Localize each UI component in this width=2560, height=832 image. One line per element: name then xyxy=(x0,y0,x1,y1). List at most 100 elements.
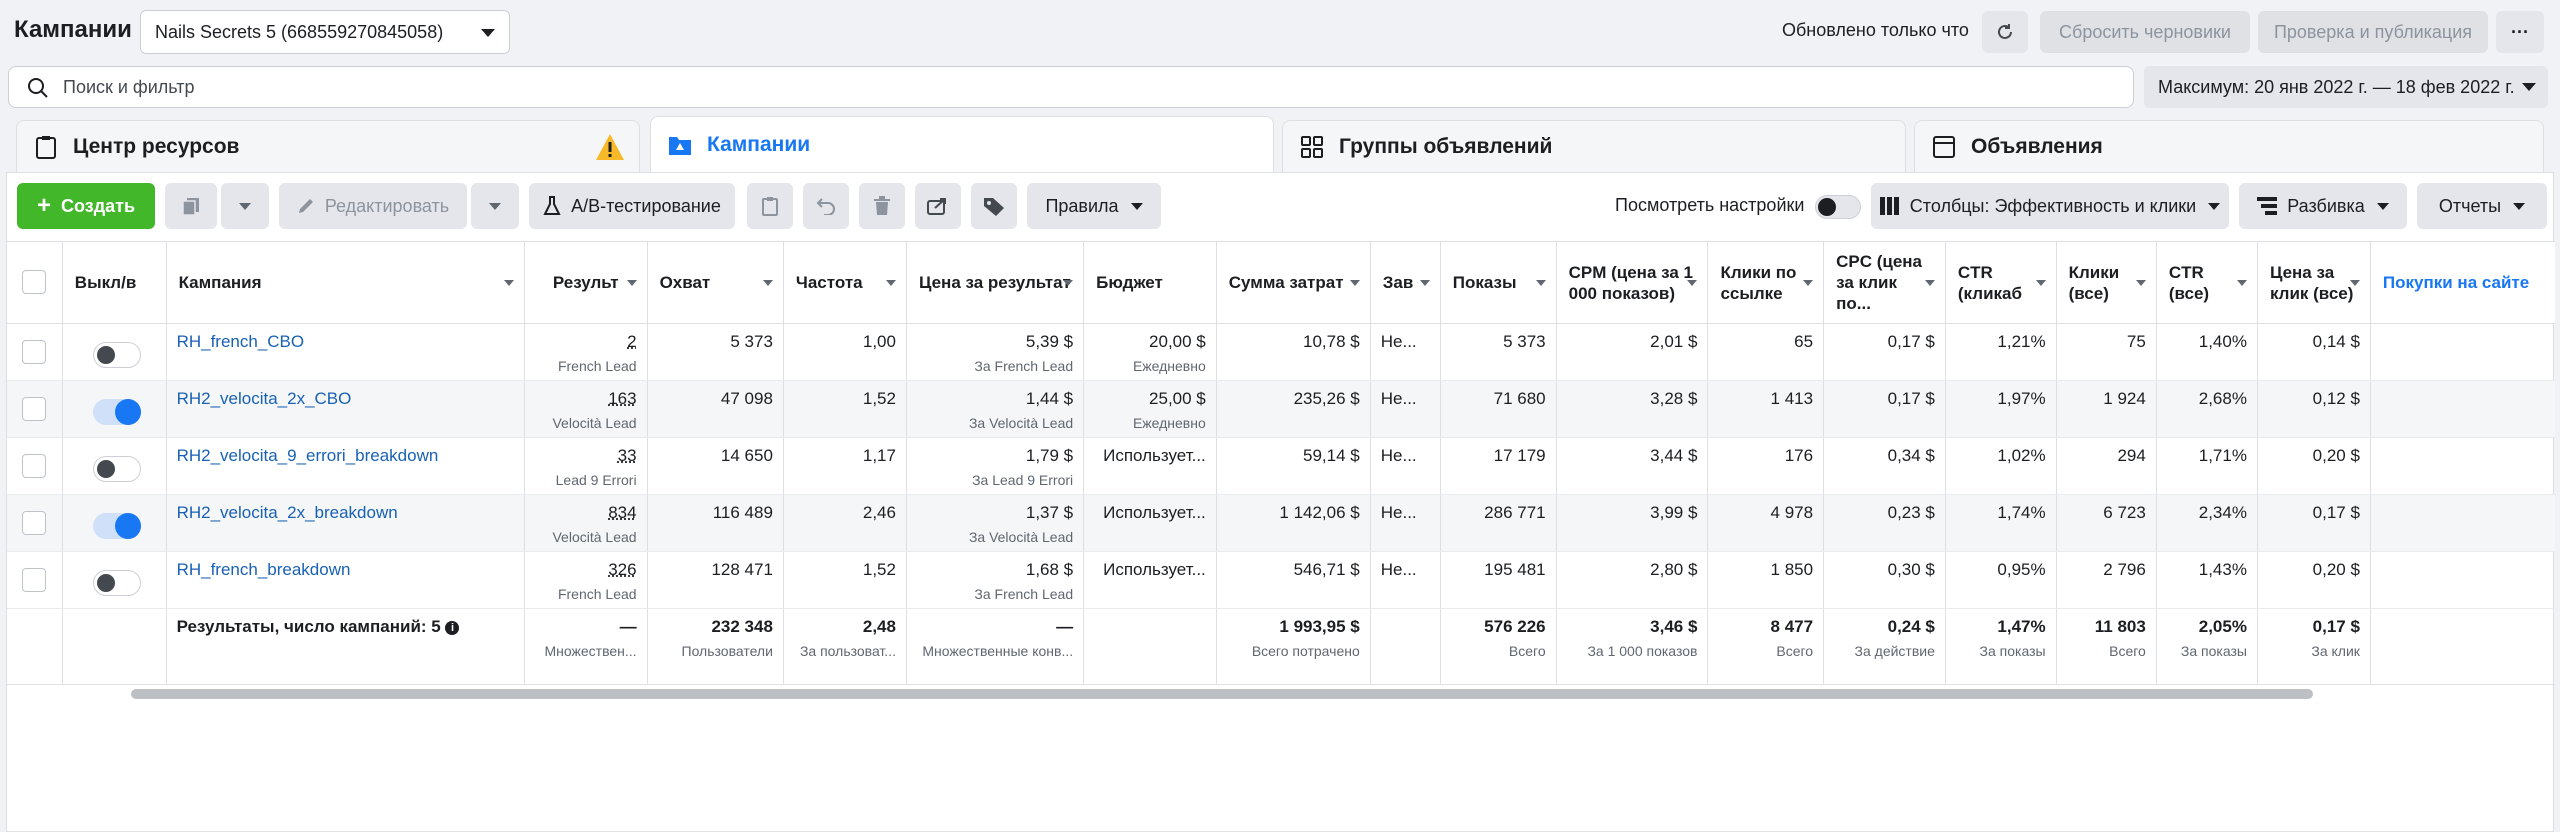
results-value[interactable]: 33 xyxy=(535,446,637,466)
info-icon[interactable]: i xyxy=(445,621,460,635)
date-range-picker[interactable]: Максимум: 20 янв 2022 г. — 18 фев 2022 г… xyxy=(2144,66,2548,108)
table-row[interactable]: RH_french_CBO 2 French Lead 5 373 1,00 5,… xyxy=(7,323,2555,381)
tab-resource-center[interactable]: Центр ресурсов xyxy=(16,120,640,172)
budget-value[interactable]: Использует... xyxy=(1094,503,1206,523)
edit-button[interactable]: Редактировать xyxy=(279,183,467,229)
tag-button[interactable] xyxy=(971,183,1017,229)
chevron-down-icon xyxy=(239,202,251,210)
rules-button[interactable]: Правила xyxy=(1027,183,1161,229)
website-purchases-cell xyxy=(2370,494,2555,552)
col-header-cpc-all[interactable]: Цена за клик (все) xyxy=(2257,241,2371,324)
results-cell: 834 Velocità Lead xyxy=(524,494,648,552)
campaign-name-link[interactable]: RH2_velocita_9_errori_breakdown xyxy=(177,446,514,466)
col-header-results[interactable]: Результ xyxy=(524,241,648,324)
delete-button[interactable] xyxy=(859,183,905,229)
results-value[interactable]: 163 xyxy=(535,389,636,409)
col-header-ends[interactable]: Зав xyxy=(1370,241,1441,324)
col-header-link-clicks[interactable]: Клики по ссылке xyxy=(1707,241,1825,324)
undo-button[interactable] xyxy=(803,183,849,229)
cpm-cell: 2,80 $ xyxy=(1556,551,1709,609)
col-header-budget[interactable]: Бюджет xyxy=(1083,241,1217,324)
totals-row: Результаты, число кампаний: 5 i — Множест… xyxy=(7,608,2555,685)
results-value[interactable]: 2 xyxy=(535,332,636,352)
export-button[interactable] xyxy=(915,183,961,229)
campaign-toggle[interactable] xyxy=(92,456,141,482)
tab-campaigns[interactable]: Кампании xyxy=(650,116,1274,172)
clipboard-button[interactable] xyxy=(747,183,793,229)
row-checkbox[interactable] xyxy=(22,340,46,364)
reports-button[interactable]: Отчеты xyxy=(2417,183,2547,229)
totals-ctr: 1,47% xyxy=(1997,617,2046,636)
campaign-toggle[interactable] xyxy=(92,513,141,539)
discard-drafts-button[interactable]: Сбросить черновики xyxy=(2040,11,2250,53)
view-settings-toggle[interactable] xyxy=(1815,195,1861,219)
col-header-campaign[interactable]: Кампания xyxy=(166,241,526,324)
account-name: Nails Secrets 5 (668559270845058) xyxy=(155,21,444,42)
budget-value[interactable]: 20,00 $ xyxy=(1094,332,1206,352)
review-publish-button[interactable]: Проверка и публикация xyxy=(2258,11,2488,53)
col-header-ctr[interactable]: CTR (кликаб xyxy=(1945,241,2057,324)
campaign-name-link[interactable]: RH_french_CBO xyxy=(177,332,514,352)
col-header-cost-per-result[interactable]: Цена за результат xyxy=(906,241,1085,324)
ends-cell: Не... xyxy=(1370,323,1441,381)
ends-value: Не... xyxy=(1380,389,1417,408)
cpc-all-value: 0,17 $ xyxy=(2312,503,2360,522)
results-value[interactable]: 834 xyxy=(535,503,636,523)
campaign-name-link[interactable]: RH2_velocita_2x_breakdown xyxy=(177,503,514,523)
row-checkbox[interactable] xyxy=(22,511,46,535)
col-header-impressions[interactable]: Показы xyxy=(1440,241,1557,324)
search-input[interactable] xyxy=(63,76,1963,98)
budget-value[interactable]: 25,00 $ xyxy=(1094,389,1206,409)
col-label: CPM (цена за 1 000 показов) xyxy=(1568,262,1693,303)
select-all-checkbox[interactable] xyxy=(22,270,46,294)
col-header-cpc[interactable]: CPC (цена за клик по... xyxy=(1823,241,1946,324)
campaign-toggle[interactable] xyxy=(92,570,141,596)
table-row[interactable]: RH2_velocita_2x_breakdown 834 Velocità Le… xyxy=(7,494,2555,552)
impressions-value: 286 771 xyxy=(1484,503,1546,522)
results-value[interactable]: 326 xyxy=(535,560,636,580)
sort-caret-icon xyxy=(2035,280,2046,286)
col-header-cpm[interactable]: CPM (цена за 1 000 показов) xyxy=(1556,241,1709,324)
ctr-value: 1,97% xyxy=(1997,389,2046,408)
col-header-website-purchases[interactable]: Покупки на сайте xyxy=(2370,241,2555,324)
account-selector[interactable]: Nails Secrets 5 (668559270845058) xyxy=(140,10,510,54)
col-label: Кампания xyxy=(178,273,262,292)
ab-test-button[interactable]: A/B-тестирование xyxy=(529,183,735,229)
table-row[interactable]: RH_french_breakdown 326 French Lead 128 4… xyxy=(7,551,2555,609)
row-checkbox[interactable] xyxy=(22,568,46,592)
duplicate-dropdown[interactable] xyxy=(221,183,269,229)
tab-ad-sets[interactable]: Группы объявлений xyxy=(1282,120,1906,172)
columns-button[interactable]: Столбцы: Эффективность и клики xyxy=(1871,183,2229,229)
col-header-frequency[interactable]: Частота xyxy=(783,241,907,324)
duplicate-button[interactable] xyxy=(165,183,217,229)
col-header-ctr-all[interactable]: CTR (все) xyxy=(2156,241,2258,324)
results-type: French Lead xyxy=(557,586,637,602)
results-cell: 163 Velocità Lead xyxy=(524,380,648,438)
row-checkbox[interactable] xyxy=(22,397,46,421)
col-header-onoff[interactable]: Выкл/в xyxy=(62,241,167,324)
tab-ads[interactable]: Объявления xyxy=(1914,120,2544,172)
col-header-reach[interactable]: Охват xyxy=(647,241,784,324)
campaign-name-link[interactable]: RH_french_breakdown xyxy=(177,560,514,580)
budget-value[interactable]: Использует... xyxy=(1094,560,1206,580)
campaign-cell: RH_french_breakdown xyxy=(166,551,526,609)
campaign-toggle[interactable] xyxy=(92,342,141,368)
campaign-toggle[interactable] xyxy=(92,399,141,425)
budget-value[interactable]: Использует... xyxy=(1094,446,1206,466)
more-options-button[interactable]: ··· xyxy=(2496,11,2544,53)
edit-dropdown[interactable] xyxy=(471,183,519,229)
row-checkbox[interactable] xyxy=(22,454,46,478)
totals-impressions-cell: 576 226 Всего xyxy=(1440,608,1557,685)
tab-label: Кампании xyxy=(707,132,811,156)
create-label: Создать xyxy=(60,195,136,216)
refresh-button[interactable] xyxy=(1982,11,2028,53)
table-row[interactable]: RH2_velocita_9_errori_breakdown 33 Lead 9… xyxy=(7,437,2555,495)
col-header-amount-spent[interactable]: Сумма затрат xyxy=(1216,241,1371,324)
cpc-all-cell: 0,14 $ xyxy=(2257,323,2371,381)
create-button[interactable]: + Создать xyxy=(17,183,155,229)
campaign-name-link[interactable]: RH2_velocita_2x_CBO xyxy=(177,389,514,409)
col-header-clicks-all[interactable]: Клики (все) xyxy=(2056,241,2157,324)
horizontal-scrollbar[interactable] xyxy=(131,689,2313,699)
table-row[interactable]: RH2_velocita_2x_CBO 163 Velocità Lead 47 … xyxy=(7,380,2555,438)
breakdown-button[interactable]: Разбивка xyxy=(2239,183,2407,229)
